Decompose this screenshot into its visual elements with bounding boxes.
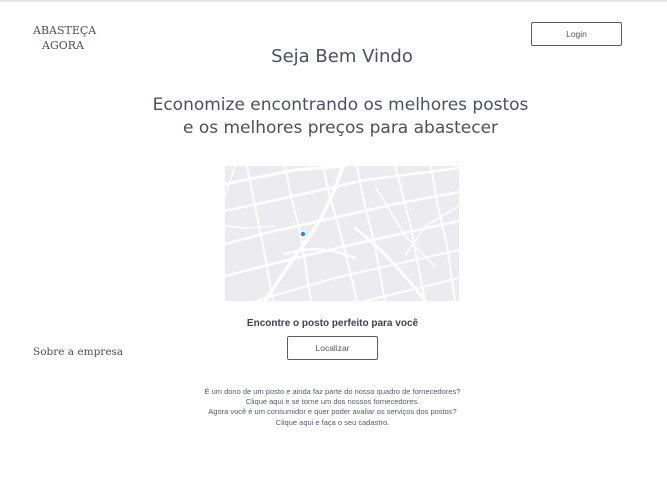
page-title: Seja Bem Vindo: [271, 46, 413, 67]
tagline: Economize encontrando os melhores postos…: [0, 94, 667, 140]
consumer-question: Agora você é um consumidor e quer poder …: [208, 407, 457, 417]
tagline-line-1: Economize encontrando os melhores postos: [152, 95, 529, 115]
finder-prompt: Encontre o posto perfeito para você: [246, 318, 419, 329]
top-divider: [0, 0, 667, 2]
footer-info: É um dono de um posto e ainda faz parte …: [0, 387, 665, 428]
supplier-signup-link[interactable]: Clique aqui e se torne um dos nossos for…: [0, 397, 665, 407]
map-icon: [225, 166, 459, 301]
supplier-question: É um dono de um posto e ainda faz parte …: [204, 387, 461, 396]
map-view[interactable]: [225, 166, 459, 301]
tagline-line-2: e os melhores preços para abastecer: [182, 118, 499, 138]
brand-line-1: ABASTEÇA: [33, 24, 97, 37]
location-dot-icon: [299, 230, 307, 238]
about-company-link[interactable]: Sobre a empresa: [33, 346, 123, 358]
consumer-signup-link[interactable]: Clique aqui e faça o seu cadastro.: [0, 418, 665, 428]
login-button[interactable]: Login: [531, 22, 622, 46]
locate-button[interactable]: Localizar: [287, 336, 378, 360]
